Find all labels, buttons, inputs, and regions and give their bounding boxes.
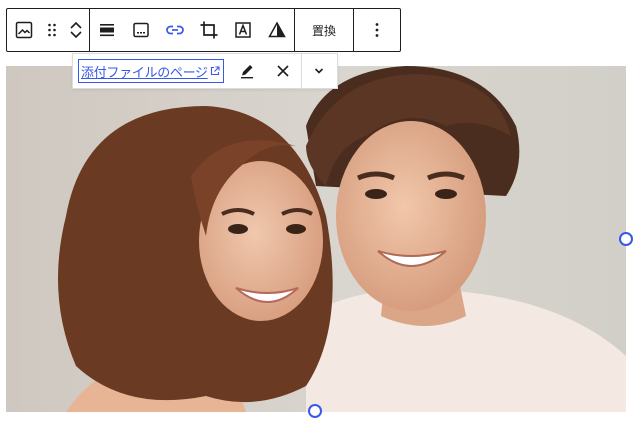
image-icon <box>15 21 33 39</box>
duotone-button[interactable] <box>260 9 294 51</box>
move-down-icon[interactable] <box>69 30 83 40</box>
move-up-icon[interactable] <box>69 20 83 30</box>
replace-button[interactable]: 置換 <box>295 9 353 51</box>
link-text[interactable]: 添付ファイルのページ <box>81 62 208 81</box>
close-icon <box>277 65 289 77</box>
link-button[interactable] <box>158 9 192 51</box>
duotone-icon <box>268 21 286 38</box>
toolbar-group-replace: 置換 <box>295 9 354 51</box>
toolbar-group-image <box>90 9 295 51</box>
align-icon <box>100 24 114 37</box>
resize-handle-bottom[interactable] <box>308 404 322 418</box>
align-button[interactable] <box>90 9 124 51</box>
drag-handle-button[interactable] <box>41 9 63 51</box>
chevron-down-icon <box>315 68 324 74</box>
image-block[interactable] <box>6 66 626 412</box>
crop-button[interactable] <box>192 9 226 51</box>
link-icon <box>166 25 184 35</box>
text-overlay-button[interactable] <box>226 9 260 51</box>
block-type-button[interactable] <box>7 9 41 51</box>
block-mover <box>63 9 89 51</box>
remove-link-button[interactable] <box>265 54 300 88</box>
options-icon <box>375 23 379 37</box>
external-link-icon <box>210 66 220 76</box>
resize-handle-right[interactable] <box>619 232 633 246</box>
link-preview[interactable]: 添付ファイルのページ <box>78 59 224 83</box>
text-overlay-icon <box>235 22 251 38</box>
link-popover: 添付ファイルのページ <box>72 53 338 89</box>
caption-icon <box>133 22 149 38</box>
drag-handle-icon <box>48 23 56 37</box>
pencil-icon <box>241 65 254 79</box>
crop-icon <box>200 21 218 39</box>
caption-button[interactable] <box>124 9 158 51</box>
toolbar-group-options <box>354 9 400 51</box>
toolbar-group-block <box>7 9 90 51</box>
couple-photo <box>6 66 626 412</box>
edit-link-button[interactable] <box>230 54 265 88</box>
options-button[interactable] <box>354 9 400 51</box>
block-toolbar: 置換 <box>6 8 401 52</box>
link-settings-toggle[interactable] <box>302 54 337 88</box>
